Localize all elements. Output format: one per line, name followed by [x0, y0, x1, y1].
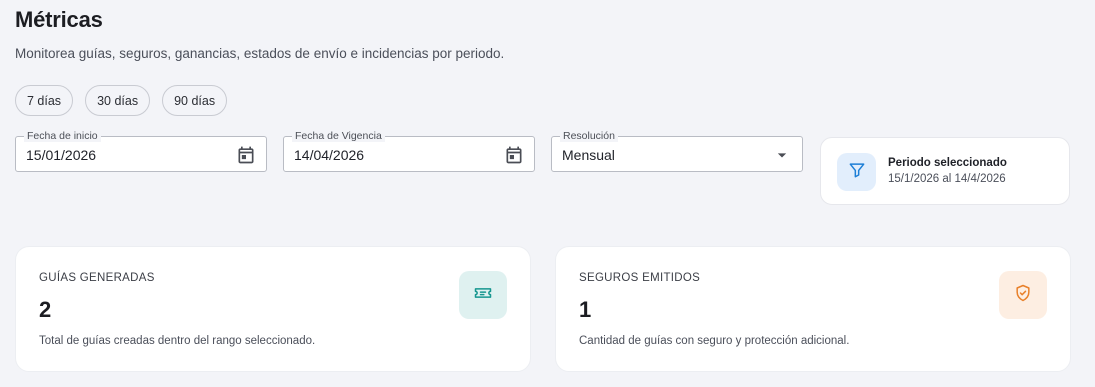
metric-label: SEGUROS EMITIDOS — [579, 272, 701, 284]
metric-value: 1 — [579, 297, 592, 322]
end-date-value[interactable]: 14/04/2026 — [294, 147, 364, 163]
metric-description: Total de guías creadas dentro del rango … — [39, 335, 316, 347]
metric-card-guias: GUÍAS GENERADAS 2 Total de guías creadas… — [15, 246, 531, 372]
metric-value: 2 — [39, 297, 52, 322]
metric-description: Cantidad de guías con seguro y protecció… — [579, 335, 850, 347]
period-summary-card: Periodo seleccionado 15/1/2026 al 14/4/2… — [820, 137, 1070, 205]
chip-30-days[interactable]: 30 días — [85, 85, 151, 116]
page-subtitle: Monitorea guías, seguros, ganancias, est… — [15, 46, 505, 61]
metric-card-seguros: SEGUROS EMITIDOS 1 Cantidad de guías con… — [555, 246, 1071, 372]
resolution-value[interactable]: Mensual — [562, 147, 615, 163]
resolution-label: Resolución — [560, 130, 618, 142]
page-title: Métricas — [15, 7, 103, 32]
resolution-select[interactable]: Resolución Mensual — [551, 130, 803, 172]
calendar-icon[interactable] — [236, 145, 256, 165]
end-date-label: Fecha de Vigencia — [292, 130, 385, 142]
metric-label: GUÍAS GENERADAS — [39, 272, 155, 284]
dropdown-arrow-icon[interactable] — [772, 145, 792, 165]
start-date-value[interactable]: 15/01/2026 — [26, 147, 96, 163]
ticket-icon — [473, 283, 493, 308]
end-date-field[interactable]: Fecha de Vigencia 14/04/2026 — [283, 130, 535, 172]
range-chips: 7 días 30 días 90 días — [15, 85, 228, 116]
ticket-icon-box — [459, 271, 507, 319]
start-date-label: Fecha de inicio — [24, 130, 101, 142]
chip-90-days[interactable]: 90 días — [162, 85, 228, 116]
filter-icon — [847, 160, 867, 185]
filter-icon-box — [837, 153, 876, 191]
shield-icon-box — [999, 271, 1047, 319]
calendar-icon[interactable] — [504, 145, 524, 165]
shield-check-icon — [1013, 283, 1033, 308]
chip-7-days[interactable]: 7 días — [15, 85, 74, 116]
start-date-field[interactable]: Fecha de inicio 15/01/2026 — [15, 130, 267, 172]
period-summary-range: 15/1/2026 al 14/4/2026 — [888, 173, 1006, 185]
period-summary-title: Periodo seleccionado — [888, 157, 1007, 169]
